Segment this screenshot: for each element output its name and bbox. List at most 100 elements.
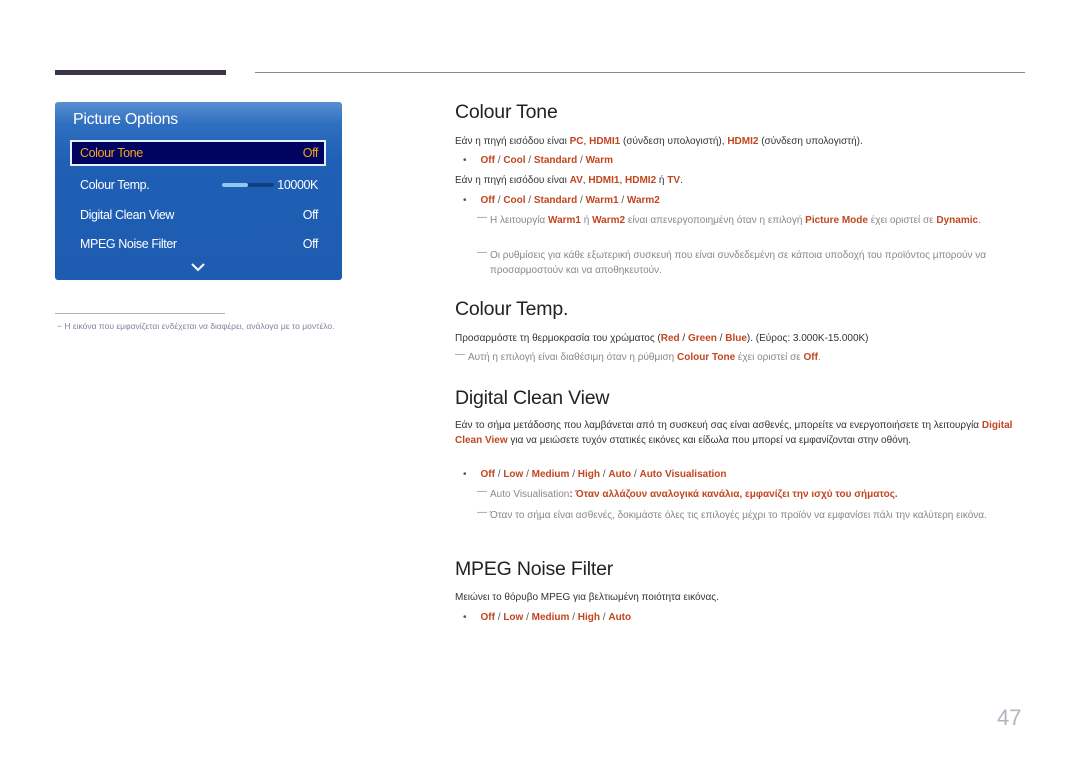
text-run: Προσαρμόστε τη θερμοκρασία του χρώματος …	[455, 333, 661, 344]
highlight-term: Off	[803, 352, 818, 363]
option-value: Low	[503, 469, 524, 480]
header-accent-bar	[55, 70, 226, 75]
option-value: Warm1	[585, 195, 619, 206]
paragraph: Προσαρμόστε τη θερμοκρασία του χρώματος …	[455, 332, 1030, 347]
menu-item-value: Off	[302, 208, 319, 222]
text-run: .	[680, 175, 683, 186]
separator: /	[577, 155, 586, 166]
menu-title: Picture Options	[73, 111, 178, 128]
menu-item-label: Colour Temp.	[80, 178, 150, 192]
menu-item-mpeg-noise-filter[interactable]: MPEG Noise Filter Off	[70, 231, 326, 257]
text-run: ή	[580, 215, 593, 226]
separator: /	[577, 195, 586, 206]
separator: /	[523, 469, 532, 480]
text-run: Η λειτουργία	[490, 215, 548, 226]
header-rule	[255, 72, 1025, 73]
option-value: Medium	[531, 469, 570, 480]
text-run: έχει οριστεί σε	[735, 352, 804, 363]
text-run: Εάν η πηγή εισόδου είναι	[455, 175, 570, 186]
menu-item-colour-temp[interactable]: Colour Temp. 10000K	[70, 172, 326, 198]
highlight-term: PC	[569, 136, 584, 147]
option-value: Cool	[503, 195, 526, 206]
highlight-term: Warm2	[592, 215, 626, 226]
menu-item-label: Colour Tone	[80, 146, 143, 160]
menu-item-value: Off	[302, 146, 319, 160]
menu-item-digital-clean-view[interactable]: Digital Clean View Off	[70, 202, 326, 228]
paragraph: Εάν η πηγή εισόδου είναι AV, HDMI1, HDMI…	[455, 174, 1030, 189]
highlight-term: TV	[667, 175, 681, 186]
option-value: Off	[480, 155, 495, 166]
note: — Auto Visualisation: Όταν αλλάζουν αναλο…	[477, 486, 898, 500]
option-value: Standard	[533, 155, 578, 166]
text-run: Εάν η πηγή εισόδου είναι	[455, 136, 570, 147]
section-title-digital-clean-view: Digital Clean View	[455, 387, 610, 409]
highlight-term: Red	[660, 333, 680, 344]
highlight-term: Picture Mode	[805, 215, 868, 226]
option-value: Auto Visualisation	[639, 469, 727, 480]
option-value: High	[577, 612, 600, 623]
options-list: • Off / Low / Medium / High / Auto	[463, 612, 631, 623]
text-run: έχει οριστεί σε	[867, 215, 937, 226]
options-list: • Off / Cool / Standard / Warm	[463, 155, 613, 166]
option-value: Off	[480, 195, 495, 206]
highlight-term: Colour Tone	[676, 352, 736, 363]
option-value: Medium	[531, 612, 570, 623]
highlight-term: : Όταν αλλάζουν αναλογικά κανάλια, εμφαν…	[569, 489, 898, 500]
separator: /	[523, 612, 532, 623]
paragraph: Μειώνει το θόρυβο MPEG για βελτιωμένη πο…	[455, 592, 719, 603]
footnote-rule	[55, 313, 225, 314]
highlight-term: HDMI1	[589, 136, 621, 147]
option-value: Auto	[608, 612, 632, 623]
text-run: (σύνδεση υπολογιστή).	[758, 136, 863, 147]
highlight-term: Blue	[725, 333, 747, 344]
option-value: High	[577, 469, 600, 480]
menu-item-colour-tone[interactable]: Colour Tone Off	[70, 140, 326, 166]
highlight-term: HDMI2	[727, 136, 759, 147]
section-title-colour-temp: Colour Temp.	[455, 298, 569, 320]
menu-item-label: MPEG Noise Filter	[80, 237, 177, 251]
text-run: ή	[656, 175, 668, 186]
text-run: Αυτή η επιλογή είναι διαθέσιμη όταν η ρύ…	[468, 352, 677, 363]
menu-item-value: 10000K	[277, 178, 318, 192]
paragraph: Εάν το σήμα μετάδοσης που λαμβάνεται από…	[455, 419, 1030, 448]
text-run: Εάν το σήμα μετάδοσης που λαμβάνεται από…	[455, 420, 982, 431]
section-title-mpeg-noise-filter: MPEG Noise Filter	[455, 558, 614, 580]
page-number: 47	[997, 705, 1022, 730]
text-run: για να μειώσετε τυχόν στατικές εικόνες κ…	[507, 434, 912, 446]
bullet-icon: •	[463, 155, 467, 166]
highlight-term: AV	[569, 175, 583, 186]
menu-item-value: Off	[302, 237, 319, 251]
note: — Η λειτουργία Warm1 ή Warm2 είναι απενερ…	[477, 212, 981, 226]
text-run: (σύνδεση υπολογιστή),	[620, 136, 728, 147]
text-run: /	[679, 333, 688, 344]
option-value: Warm2	[626, 195, 660, 206]
option-value: Off	[480, 469, 495, 480]
separator: /	[569, 469, 578, 480]
highlight-term: HDMI2	[625, 175, 657, 186]
footnote: − Η εικόνα που εμφανίζεται ενδέχεται να …	[57, 321, 335, 331]
note: — Αυτή η επιλογή είναι διαθέσιμη όταν η ρ…	[455, 349, 821, 363]
bullet-icon: •	[463, 612, 467, 623]
chevron-down-icon[interactable]	[191, 262, 205, 272]
option-value: Off	[480, 612, 495, 623]
section-title-colour-tone: Colour Tone	[455, 101, 558, 123]
note: — Όταν το σήμα είναι ασθενές, δοκιμάστε ό…	[477, 507, 987, 521]
bullet-icon: •	[463, 469, 467, 480]
separator: /	[525, 155, 534, 166]
highlight-term: Dynamic	[936, 215, 979, 226]
separator: /	[569, 612, 578, 623]
paragraph: Εάν η πηγή εισόδου είναι PC, HDMI1 (σύνδ…	[455, 135, 1030, 150]
text-run: .	[817, 352, 821, 363]
highlight-term: Warm1	[548, 215, 581, 226]
note: — Οι ρυθμίσεις για κάθε εξωτερική συσκευή…	[477, 247, 987, 276]
option-value: Warm	[585, 155, 613, 166]
bullet-icon: •	[463, 195, 467, 206]
text-run: /	[716, 333, 726, 344]
highlight-term: HDMI1	[588, 175, 620, 186]
picture-options-menu: Picture Options Colour Tone Off Colour T…	[55, 102, 342, 280]
option-value: Auto	[608, 469, 632, 480]
option-value: Standard	[533, 195, 578, 206]
colour-temp-slider[interactable]	[222, 183, 274, 187]
text-run: είναι απενεργοποιημένη όταν η επιλογή	[625, 215, 806, 226]
option-value: Low	[503, 612, 524, 623]
